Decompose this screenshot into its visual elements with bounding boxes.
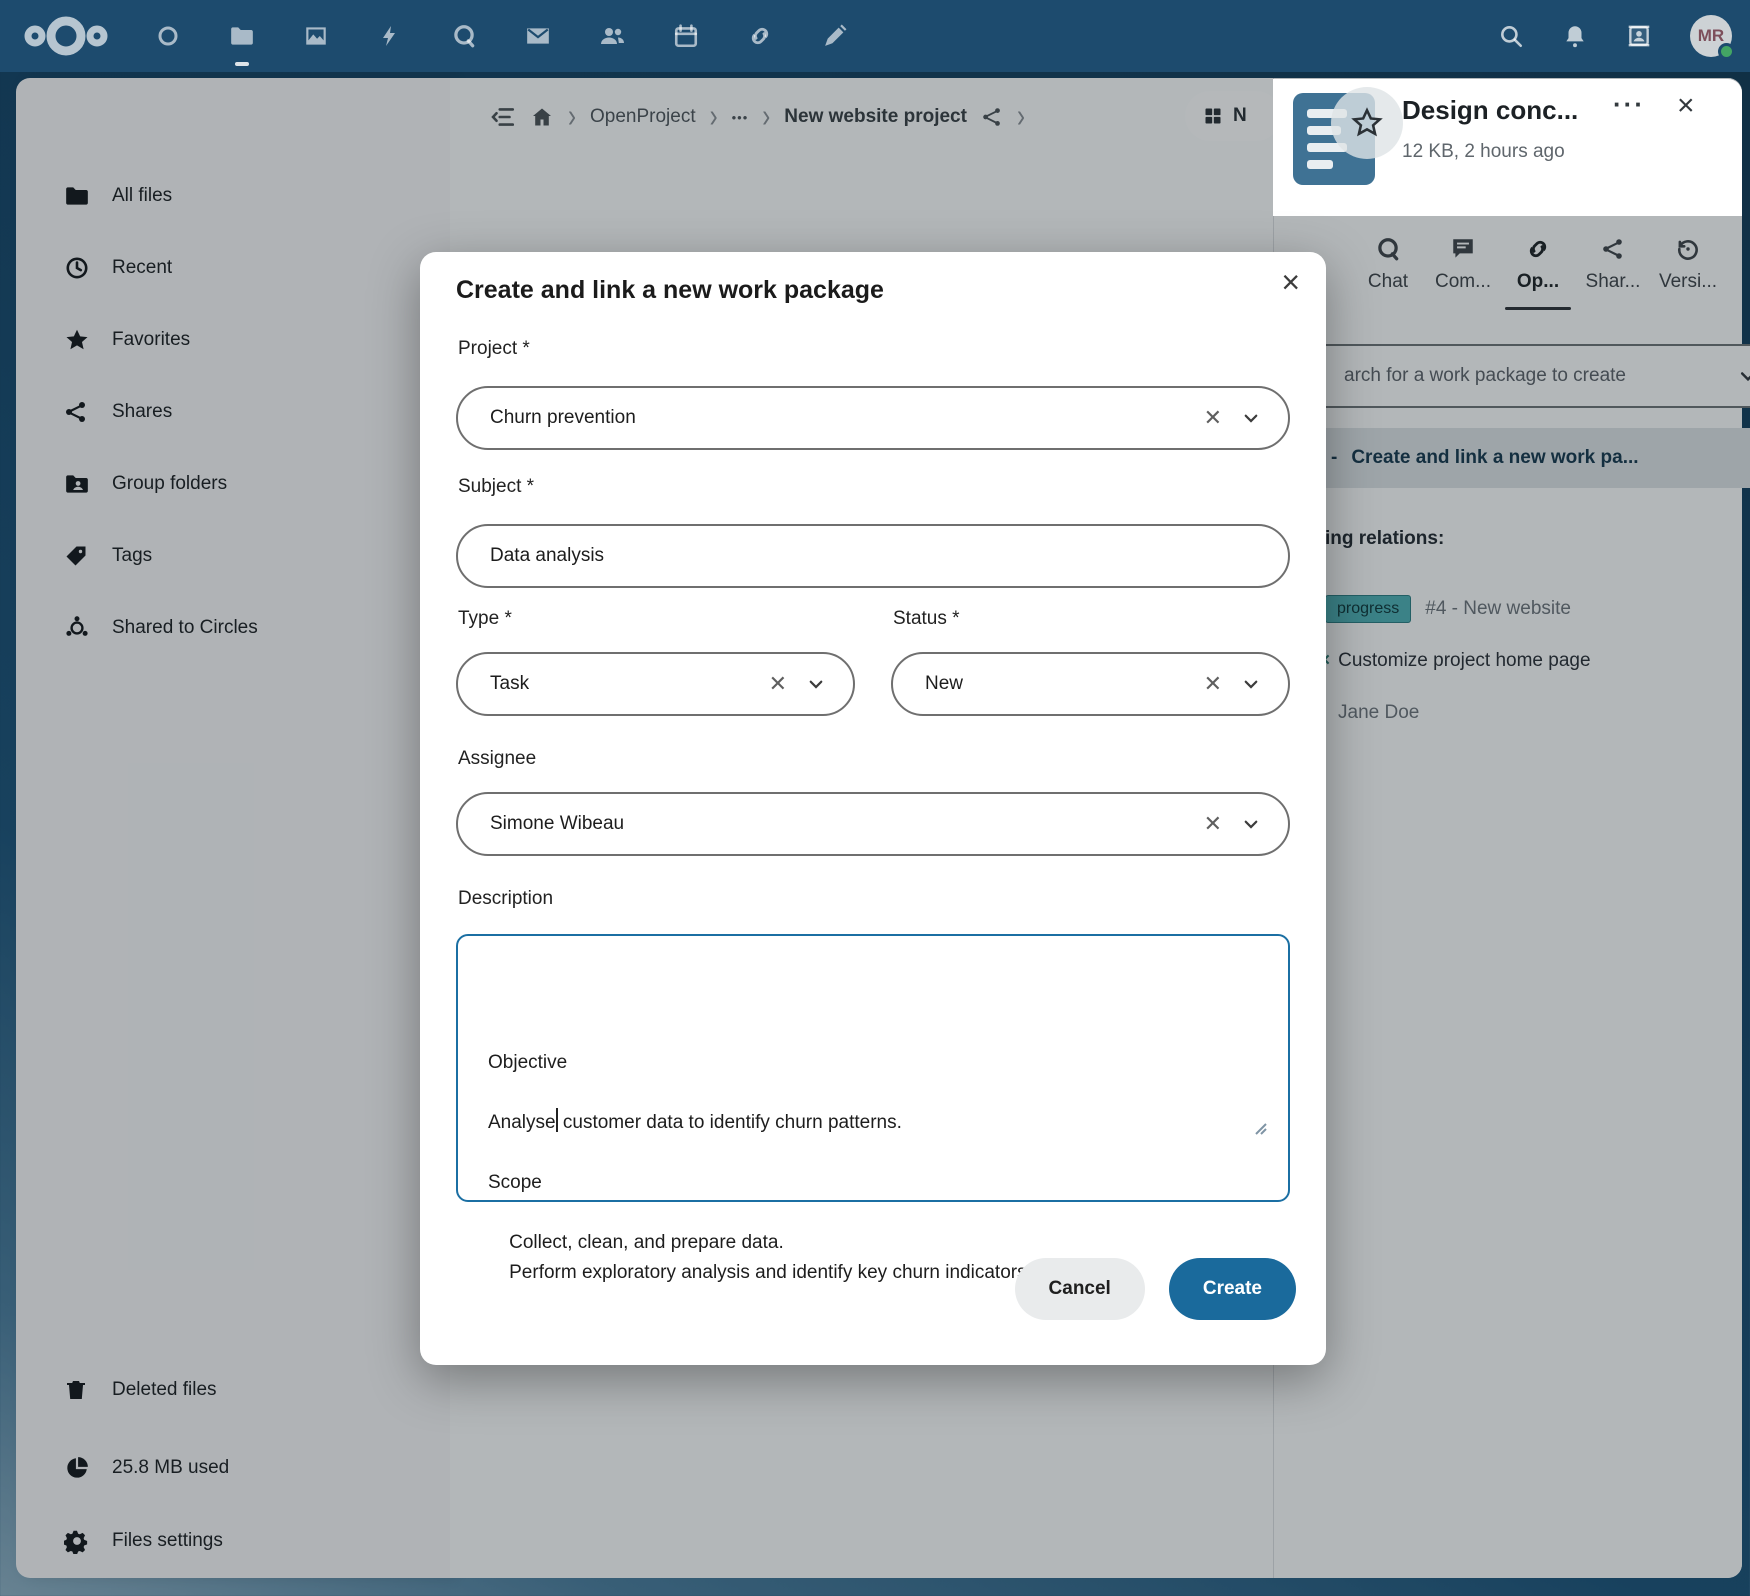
subject-value: Data analysis [490,545,604,567]
notifications-bell-icon[interactable] [1562,23,1588,49]
description-line [488,1198,1258,1228]
avatar-initials: MR [1698,26,1724,46]
modal-title: Create and link a new work package [456,276,884,305]
chevron-down-icon[interactable] [807,675,825,693]
photos-icon[interactable] [300,0,332,72]
resize-handle[interactable] [1251,1059,1283,1195]
status-value: New [925,673,963,695]
nextcloud-logo-icon[interactable] [24,14,108,58]
search-icon[interactable] [1498,23,1524,49]
more-actions-icon[interactable]: ··· [1613,89,1645,120]
status-circle-icon[interactable] [152,0,184,72]
app-menu [152,0,850,72]
type-select[interactable]: Task ✕ [456,652,855,716]
top-navbar: MR [0,0,1750,72]
assignee-value: Simone Wibeau [490,813,624,835]
chevron-down-icon[interactable] [1242,675,1260,693]
cancel-button[interactable]: Cancel [1015,1258,1145,1320]
external-link-icon[interactable] [744,0,776,72]
contacts-icon[interactable] [596,0,628,72]
description-line: Collect, clean, and prepare data. [488,1228,1258,1258]
subject-input[interactable]: Data analysis [456,524,1290,588]
create-button[interactable]: Create [1169,1258,1296,1320]
description-line: Analyse customer data to identify churn … [488,1108,1258,1138]
status-select[interactable]: New ✕ [891,652,1290,716]
description-line [488,1078,1258,1108]
file-title: Design conc... [1402,95,1578,126]
close-panel-icon[interactable]: × [1677,91,1695,121]
close-modal-icon[interactable]: × [1281,266,1300,298]
modal-actions: Cancel Create [1015,1258,1296,1320]
text-cursor [556,1108,558,1132]
project-label: Project * [458,338,530,360]
notes-icon[interactable] [818,0,850,72]
project-select[interactable]: Churn prevention ✕ [456,386,1290,450]
assignee-label: Assignee [458,748,536,770]
status-label: Status * [893,608,960,630]
clear-icon[interactable]: ✕ [769,673,787,695]
file-meta: 12 KB, 2 hours ago [1402,141,1565,163]
project-value: Churn prevention [490,407,636,429]
type-label: Type * [458,608,512,630]
subject-label: Subject * [458,476,534,498]
clear-icon[interactable]: ✕ [1204,813,1222,835]
description-line: Scope [488,1168,1258,1198]
mail-icon[interactable] [522,0,554,72]
avatar[interactable]: MR [1690,15,1732,57]
description-label: Description [458,888,553,910]
chevron-down-icon[interactable] [1242,409,1260,427]
activity-icon[interactable] [374,0,406,72]
status-online-dot [1718,43,1735,60]
chevron-down-icon[interactable] [1242,815,1260,833]
talk-icon[interactable] [448,0,480,72]
description-line: Objective [488,1048,1258,1078]
clear-icon[interactable]: ✕ [1204,673,1222,695]
create-work-package-modal: × Create and link a new work package Pro… [420,252,1326,1365]
file-details-header: Design conc... 12 KB, 2 hours ago ··· × [1273,79,1742,216]
assignee-select[interactable]: Simone Wibeau ✕ [456,792,1290,856]
navbar-right: MR [1498,0,1732,72]
clear-icon[interactable]: ✕ [1204,407,1222,429]
contacts-menu-icon[interactable] [1626,23,1652,49]
files-icon[interactable] [226,0,258,72]
type-value: Task [490,673,529,695]
favorite-star-button[interactable] [1331,87,1403,159]
description-textarea[interactable]: Objective Analyse customer data to ident… [456,934,1290,1202]
description-line [488,1138,1258,1168]
calendar-icon[interactable] [670,0,702,72]
